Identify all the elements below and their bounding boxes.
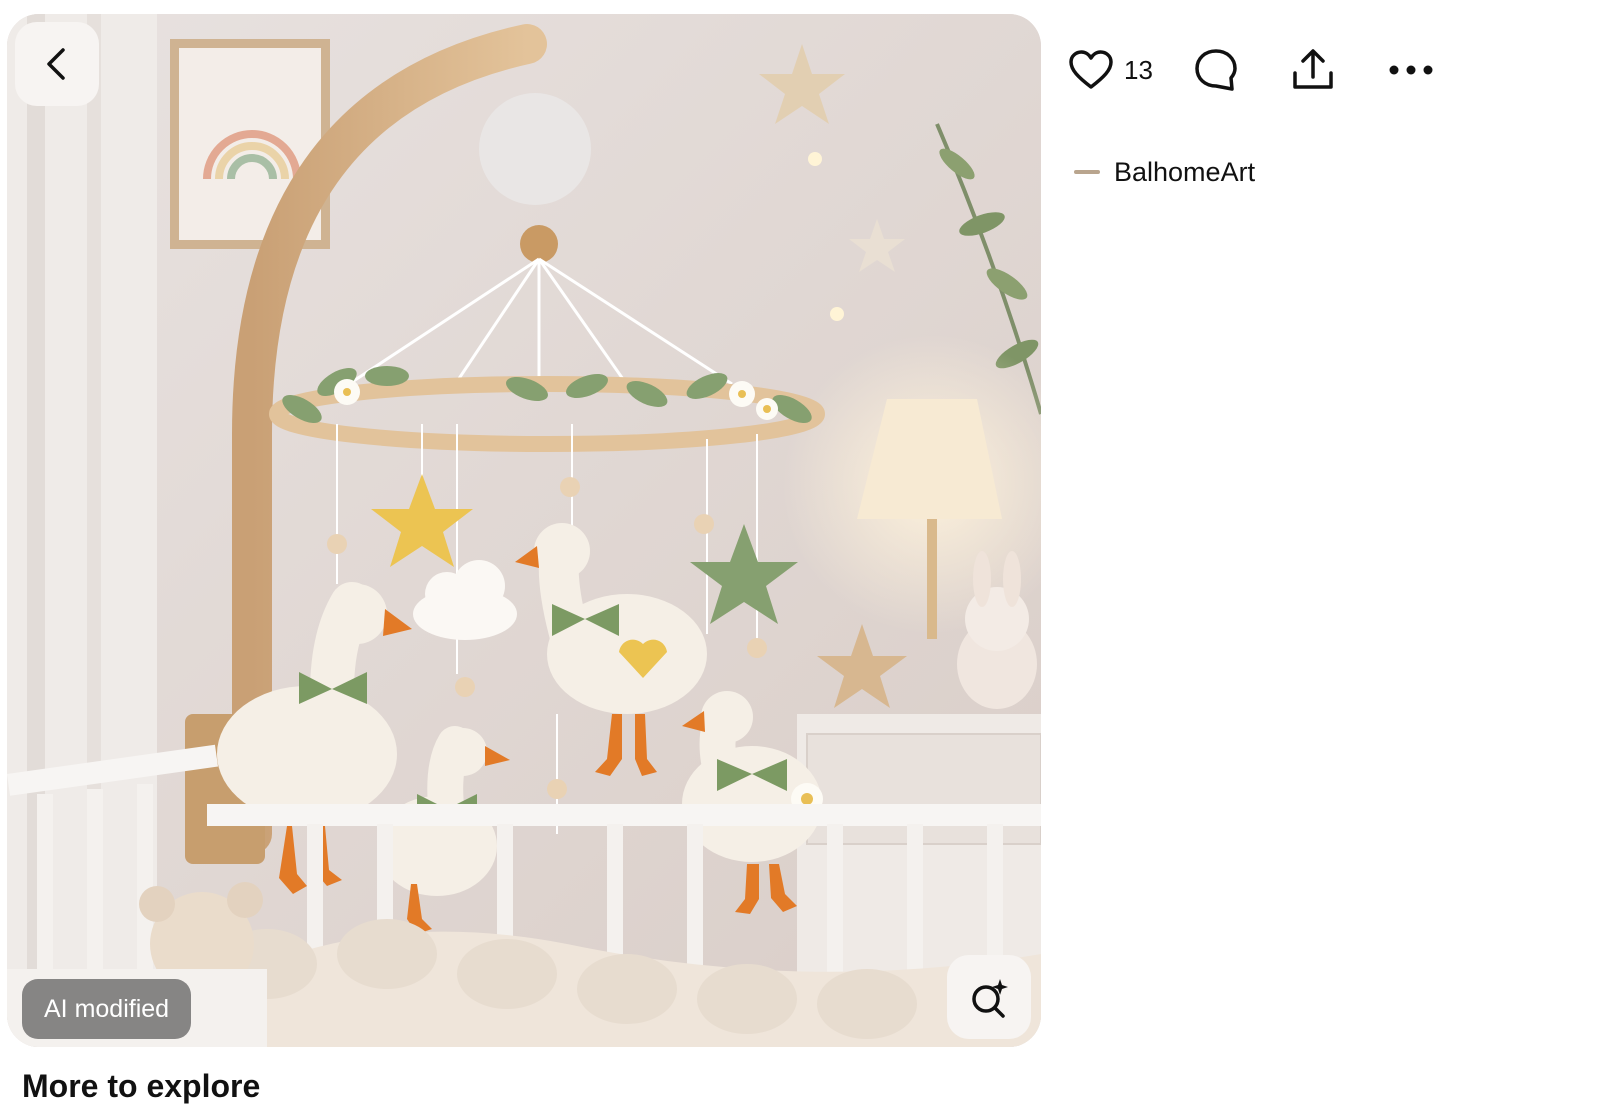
visual-search-button[interactable] [947,955,1031,1039]
comment-button[interactable] [1193,40,1239,100]
creator-profile-link[interactable]: BalhomeArt [1072,150,1255,194]
comment-icon [1195,49,1237,91]
ai-modified-badge[interactable]: AI modified [22,979,192,1039]
creator-logo-icon [1074,170,1100,174]
like-button[interactable]: 13 [1068,40,1153,100]
creator-avatar [1072,157,1102,187]
share-icon [1293,49,1333,89]
back-button[interactable] [15,22,99,106]
like-count: 13 [1124,54,1153,85]
creator-name: BalhomeArt [1114,156,1256,187]
share-button[interactable] [1290,40,1336,100]
visual-search-icon [972,979,1008,1018]
more-horizontal-icon [1389,65,1433,75]
pin-image-card[interactable]: AI modified [7,14,1041,1047]
pin-image [7,14,1041,1047]
more-to-explore-heading: More to explore [22,1068,261,1104]
chevron-left-icon [47,48,65,80]
heart-icon [1069,50,1113,89]
more-options-button[interactable] [1388,40,1434,100]
